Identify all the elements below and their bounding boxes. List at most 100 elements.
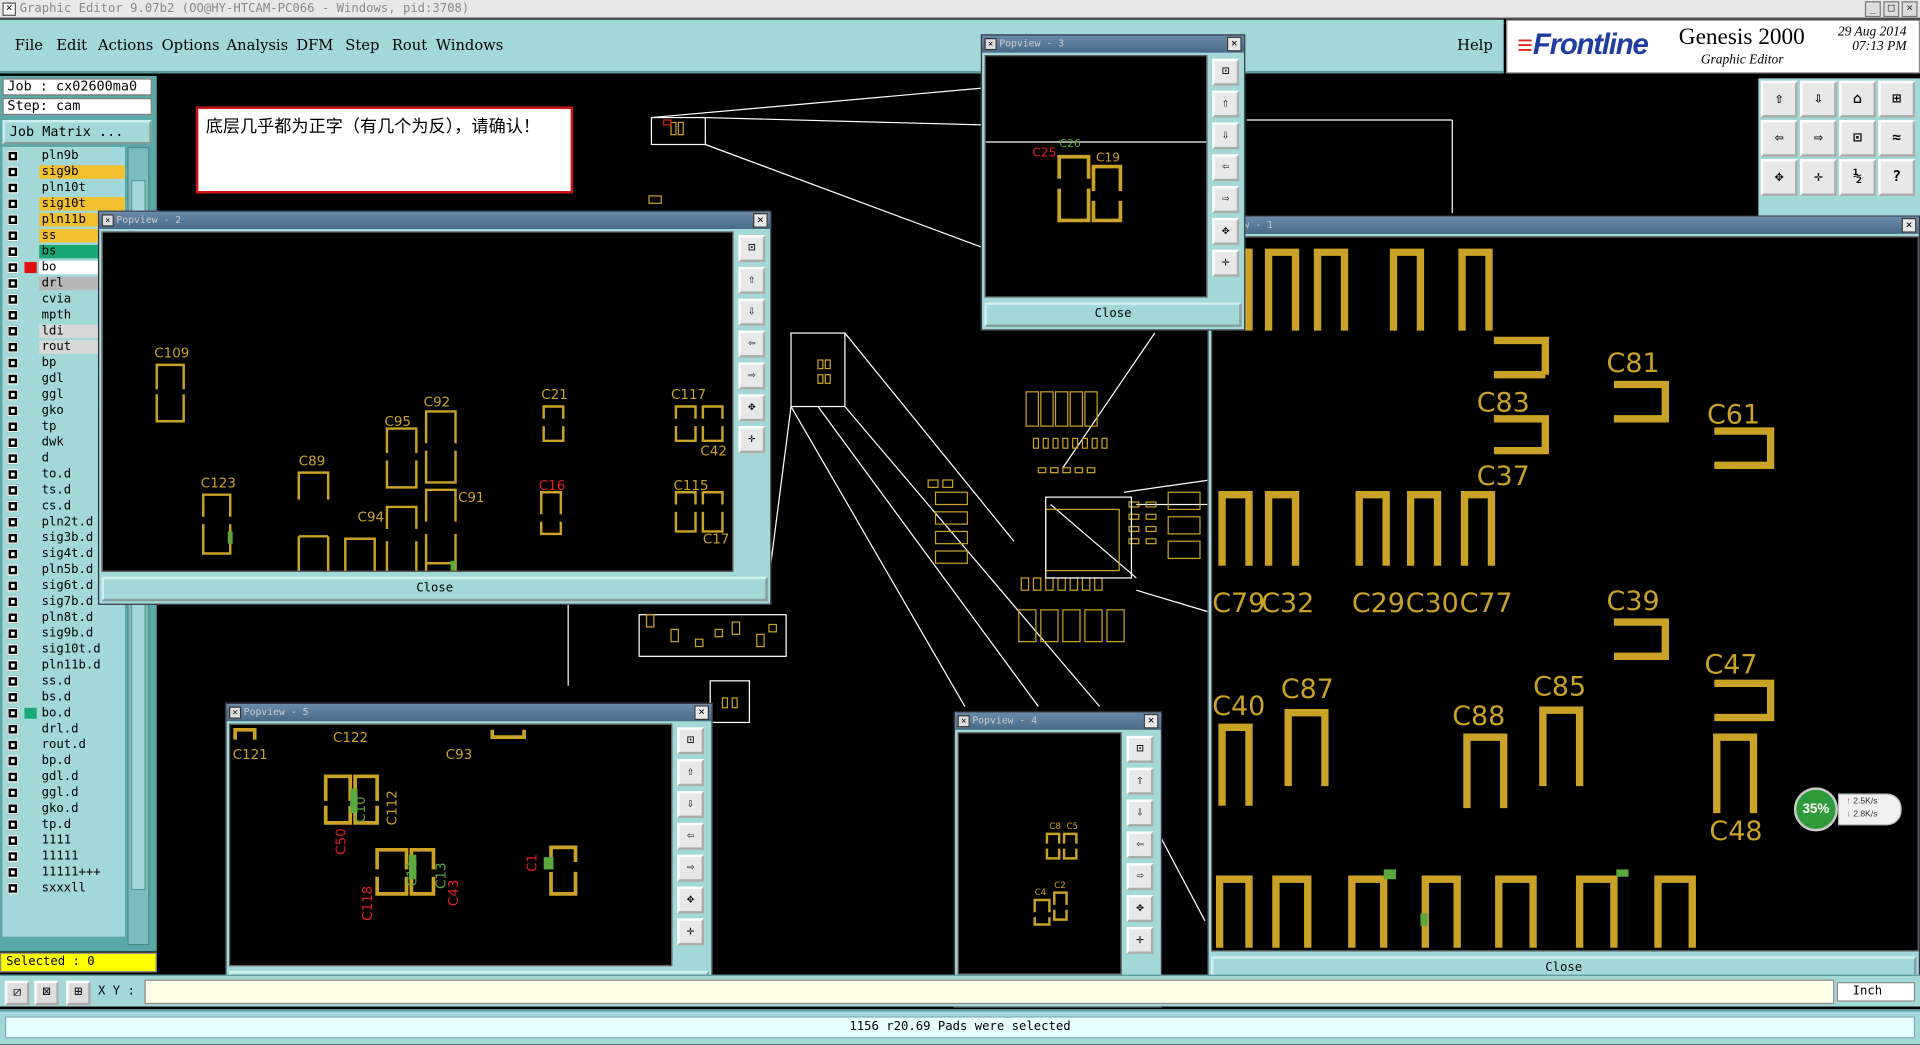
menu-analysis[interactable]: Analysis bbox=[227, 37, 289, 54]
tool-pan-right-icon[interactable]: ⇨ bbox=[1126, 863, 1154, 891]
layer-row[interactable]: sig10t bbox=[2, 197, 125, 211]
layer-checkbox[interactable] bbox=[7, 866, 19, 878]
layer-checkbox[interactable] bbox=[7, 437, 19, 449]
tool-fit-icon[interactable]: ✥ bbox=[738, 394, 766, 422]
tool-center-icon[interactable]: ✛ bbox=[677, 918, 705, 946]
popview-2-close-button[interactable]: Close bbox=[101, 576, 768, 602]
layer-row[interactable]: rout.d bbox=[2, 738, 125, 752]
tool-zoom-in-icon[interactable]: ⇧ bbox=[1212, 90, 1240, 118]
layer-checkbox[interactable] bbox=[7, 341, 19, 353]
layer-checkbox[interactable] bbox=[7, 723, 19, 735]
layer-checkbox[interactable] bbox=[7, 596, 19, 608]
layer-row[interactable]: 1111 bbox=[2, 833, 125, 848]
layer-checkbox[interactable] bbox=[7, 357, 19, 369]
layer-row[interactable]: sig10t.d bbox=[2, 642, 125, 657]
layer-row[interactable]: 11111 bbox=[2, 849, 125, 864]
close-window-button[interactable]: × bbox=[1901, 1, 1918, 18]
layer-checkbox[interactable] bbox=[7, 819, 19, 831]
layer-checkbox[interactable] bbox=[7, 644, 19, 656]
menu-dfm[interactable]: DFM bbox=[296, 37, 333, 54]
layer-checkbox[interactable] bbox=[7, 707, 19, 719]
menu-options[interactable]: Options bbox=[162, 37, 220, 54]
job-matrix-button[interactable]: Job Matrix ... bbox=[2, 120, 152, 145]
layer-checkbox[interactable] bbox=[7, 675, 19, 687]
layer-row[interactable]: bo.d bbox=[2, 706, 125, 721]
layer-row[interactable]: pln8t.d bbox=[2, 611, 125, 625]
layer-checkbox[interactable] bbox=[7, 262, 19, 274]
layer-checkbox[interactable] bbox=[7, 277, 19, 289]
layer-checkbox[interactable] bbox=[7, 755, 19, 767]
layer-checkbox[interactable] bbox=[7, 739, 19, 751]
tool-pan-left-icon[interactable]: ⇦ bbox=[1212, 154, 1240, 182]
layer-row[interactable]: ss.d bbox=[2, 674, 125, 689]
popview-1-close-icon[interactable]: × bbox=[1901, 217, 1917, 233]
layer-checkbox[interactable] bbox=[7, 882, 19, 894]
menu-actions[interactable]: Actions bbox=[98, 37, 153, 54]
tool-pan-right-icon[interactable]: ⇨ bbox=[1212, 186, 1240, 214]
menu-edit[interactable]: Edit bbox=[56, 37, 87, 54]
layer-row[interactable]: 11111+++ bbox=[2, 865, 125, 880]
menu-rout[interactable]: Rout bbox=[392, 37, 427, 54]
tool-window-icon[interactable]: ⊡ bbox=[677, 727, 705, 755]
popview-3-close-button[interactable]: Close bbox=[984, 302, 1242, 327]
layer-checkbox[interactable] bbox=[7, 468, 19, 481]
tool-window-icon[interactable]: ⊡ bbox=[1212, 58, 1240, 86]
menu-help[interactable]: Help bbox=[1457, 37, 1493, 54]
grid-tool-icon[interactable]: ⊞ bbox=[66, 980, 91, 1006]
layer-checkbox[interactable] bbox=[7, 230, 19, 242]
layer-checkbox[interactable] bbox=[7, 309, 19, 321]
layer-row[interactable]: bs.d bbox=[2, 690, 125, 705]
tool-center-icon[interactable]: ✛ bbox=[738, 426, 766, 454]
layer-checkbox[interactable] bbox=[7, 214, 19, 226]
tool-fit-icon[interactable]: ✥ bbox=[1212, 217, 1240, 245]
tool-pan-right-icon[interactable]: ⇨ bbox=[677, 854, 705, 882]
layer-checkbox[interactable] bbox=[7, 484, 19, 496]
tool-window-icon[interactable]: ⊡ bbox=[1126, 735, 1154, 763]
layer-checkbox[interactable] bbox=[7, 500, 19, 512]
layer-checkbox[interactable] bbox=[7, 405, 19, 417]
maximize-button[interactable]: □ bbox=[1883, 1, 1900, 18]
layer-row[interactable]: ggl.d bbox=[2, 786, 125, 800]
popview-5-canvas[interactable]: C121 C122 C93 C50 C10 C118 C112 C11 C43 … bbox=[228, 723, 673, 967]
layer-row[interactable]: pln11b.d bbox=[2, 658, 125, 673]
layer-checkbox[interactable] bbox=[7, 373, 19, 385]
layer-checkbox[interactable] bbox=[7, 691, 19, 703]
layer-row[interactable]: gko.d bbox=[2, 802, 125, 816]
layer-checkbox[interactable] bbox=[7, 246, 19, 258]
layer-row[interactable]: tp.d bbox=[2, 817, 125, 832]
menu-step[interactable]: Step bbox=[345, 37, 379, 54]
tool-zoom-out-icon[interactable]: ⇩ bbox=[1212, 122, 1240, 150]
popview-3-close-icon[interactable]: × bbox=[1226, 36, 1242, 52]
tool-zoom-in-icon[interactable]: ⇧ bbox=[677, 759, 705, 787]
layer-checkbox[interactable] bbox=[7, 835, 19, 847]
popview-4-close-icon[interactable]: × bbox=[1143, 713, 1159, 729]
layer-row[interactable]: drl.d bbox=[2, 722, 125, 736]
layer-checkbox[interactable] bbox=[7, 580, 19, 592]
layer-row[interactable]: pln9b bbox=[2, 149, 125, 163]
select-tool-icon[interactable]: ⧄ bbox=[4, 980, 30, 1006]
layer-checkbox[interactable] bbox=[7, 150, 19, 162]
layer-checkbox[interactable] bbox=[7, 771, 19, 783]
layer-checkbox[interactable] bbox=[7, 421, 19, 433]
popview-5-close-icon[interactable]: × bbox=[694, 705, 709, 721]
minimize-button[interactable]: _ bbox=[1864, 1, 1881, 18]
layer-row[interactable]: gdl.d bbox=[2, 770, 125, 784]
layer-checkbox[interactable] bbox=[7, 182, 19, 194]
tool-pan-left-icon[interactable]: ⇦ bbox=[677, 822, 705, 850]
layer-checkbox[interactable] bbox=[7, 548, 19, 560]
popview-4-canvas[interactable]: C8 C5 C4 C2 bbox=[957, 732, 1122, 975]
layer-checkbox[interactable] bbox=[7, 453, 19, 465]
menu-windows[interactable]: Windows bbox=[436, 37, 503, 54]
popview-2-close-icon[interactable]: × bbox=[753, 213, 768, 228]
layer-checkbox[interactable] bbox=[7, 803, 19, 815]
tool-center-icon[interactable]: ✛ bbox=[1212, 249, 1240, 277]
layer-checkbox[interactable] bbox=[7, 660, 19, 672]
tool-zoom-out-icon[interactable]: ⇩ bbox=[1126, 799, 1154, 827]
popview-2-canvas[interactable]: C109 C117 C21 C92 C95 C42 C123 C89 C16 C… bbox=[101, 231, 734, 572]
layer-checkbox[interactable] bbox=[7, 166, 19, 178]
menu-file[interactable]: File bbox=[15, 37, 43, 54]
layer-checkbox[interactable] bbox=[7, 325, 19, 337]
tool-zoom-out-icon[interactable]: ⇩ bbox=[738, 298, 766, 326]
tool-zoom-out-icon[interactable]: ⇩ bbox=[677, 791, 705, 818]
layer-row[interactable]: sig9b bbox=[2, 165, 125, 179]
